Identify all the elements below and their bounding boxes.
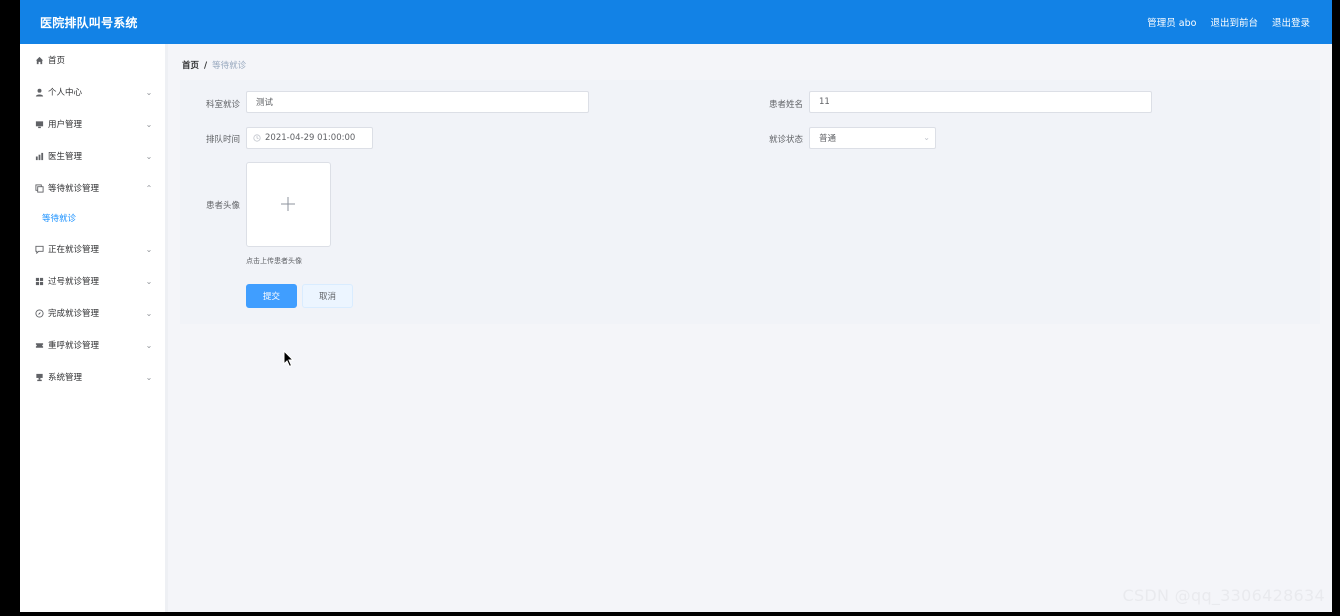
screen-icon	[34, 372, 44, 382]
sidebar-item-system-management[interactable]: 系统管理 ⌄	[20, 367, 165, 387]
sidebar-item-label: 个人中心	[48, 88, 83, 98]
queue-time-label: 排队时间	[205, 135, 240, 145]
sidebar-item-waiting-management[interactable]: 等待就诊管理 ⌃	[20, 178, 165, 198]
sidebar-item-personal-center[interactable]: 个人中心 ⌄	[20, 82, 165, 102]
user-icon	[34, 87, 44, 97]
chevron-down-icon: ⌄	[145, 372, 153, 382]
sidebar-item-label: 医生管理	[48, 152, 83, 162]
breadcrumb-current: 等待就诊	[212, 61, 247, 71]
clock-icon	[253, 134, 261, 142]
breadcrumb-separator: /	[204, 61, 208, 71]
avatar-label: 患者头像	[205, 201, 240, 211]
mouse-cursor-icon	[283, 349, 295, 371]
sidebar-item-label: 过号就诊管理	[48, 277, 100, 287]
sidebar-item-label: 完成就诊管理	[48, 309, 100, 319]
monitor-icon	[34, 119, 44, 129]
logout-link[interactable]: 退出登录	[1272, 15, 1310, 29]
chevron-down-icon: ⌄	[145, 244, 153, 254]
queue-time-value: 2021-04-29 01:00:00	[265, 133, 356, 143]
top-bar: 医院排队叫号系统 管理员 abo 退出到前台 退出登录	[20, 0, 1332, 44]
dept-input[interactable]: 测试	[246, 91, 589, 113]
upload-tip: 点击上传患者头像	[246, 257, 302, 265]
sidebar-item-missed-management[interactable]: 过号就诊管理 ⌄	[20, 271, 165, 291]
visit-status-value: 普通	[819, 134, 837, 144]
chart-icon	[34, 151, 44, 161]
chevron-down-icon: ⌄	[923, 133, 930, 142]
copy-icon	[34, 183, 44, 193]
app-title: 医院排队叫号系统	[40, 16, 138, 30]
sidebar-item-label: 用户管理	[48, 120, 83, 130]
chevron-down-icon: ⌄	[145, 276, 153, 286]
sidebar-item-in-progress-management[interactable]: 正在就诊管理 ⌄	[20, 239, 165, 259]
watermark: CSDN @qq_3306428634	[1122, 586, 1325, 605]
admin-user-link[interactable]: 管理员 abo	[1147, 15, 1196, 29]
home-icon	[34, 55, 44, 65]
patient-name-label: 患者姓名	[768, 100, 803, 110]
compass-icon	[34, 308, 44, 318]
main-content: 首页 / 等待就诊 科室就诊 测试 患者姓名 11 排队时间 2021-04-29 …	[168, 44, 1332, 612]
sidebar: 首页 个人中心 ⌄ 用户管理 ⌄ 医生管理 ⌄ 等待就诊管理 ⌃ 等待就诊 正在…	[20, 44, 168, 612]
sidebar-item-label: 首页	[48, 56, 66, 66]
queue-time-picker[interactable]: 2021-04-29 01:00:00	[246, 127, 373, 149]
chevron-down-icon: ⌄	[145, 308, 153, 318]
sidebar-item-home[interactable]: 首页	[20, 50, 165, 70]
plus-icon	[281, 197, 295, 211]
submit-button[interactable]: 提交	[246, 284, 297, 308]
sidebar-item-completed-management[interactable]: 完成就诊管理 ⌄	[20, 303, 165, 323]
message-icon	[34, 244, 44, 254]
visit-status-label: 就诊状态	[768, 135, 803, 145]
avatar-uploader[interactable]	[246, 162, 331, 247]
sidebar-item-label: 重呼就诊管理	[48, 341, 100, 351]
sidebar-item-label: 系统管理	[48, 373, 83, 383]
sidebar-item-recall-management[interactable]: 重呼就诊管理 ⌄	[20, 335, 165, 355]
sidebar-item-user-management[interactable]: 用户管理 ⌄	[20, 114, 165, 134]
ticket-icon	[34, 340, 44, 350]
chevron-up-icon: ⌃	[145, 183, 153, 193]
exit-to-front-link[interactable]: 退出到前台	[1210, 15, 1258, 29]
sidebar-item-label: 等待就诊管理	[48, 184, 100, 194]
chevron-down-icon: ⌄	[145, 340, 153, 350]
chevron-down-icon: ⌄	[145, 119, 153, 129]
app-window: 医院排队叫号系统 管理员 abo 退出到前台 退出登录 首页 个人中心 ⌄ 用户…	[20, 0, 1332, 612]
sidebar-item-doctor-management[interactable]: 医生管理 ⌄	[20, 146, 165, 166]
cancel-button[interactable]: 取消	[302, 284, 353, 308]
breadcrumb-home[interactable]: 首页	[182, 61, 199, 71]
top-links: 管理员 abo 退出到前台 退出登录	[1147, 15, 1310, 29]
patient-name-value: 11	[819, 97, 830, 107]
dept-label: 科室就诊	[205, 100, 240, 110]
sidebar-item-label: 正在就诊管理	[48, 245, 100, 255]
grid-icon	[34, 276, 44, 286]
patient-name-input[interactable]: 11	[809, 91, 1152, 113]
dept-value: 测试	[256, 98, 274, 108]
sidebar-subitem-waiting[interactable]: 等待就诊	[42, 212, 76, 224]
breadcrumb: 首页 / 等待就诊	[182, 59, 246, 71]
visit-status-select[interactable]: 普通 ⌄	[809, 127, 936, 149]
chevron-down-icon: ⌄	[145, 87, 153, 97]
form-panel: 科室就诊 测试 患者姓名 11 排队时间 2021-04-29 01:00:00…	[180, 80, 1320, 324]
chevron-down-icon: ⌄	[145, 151, 153, 161]
